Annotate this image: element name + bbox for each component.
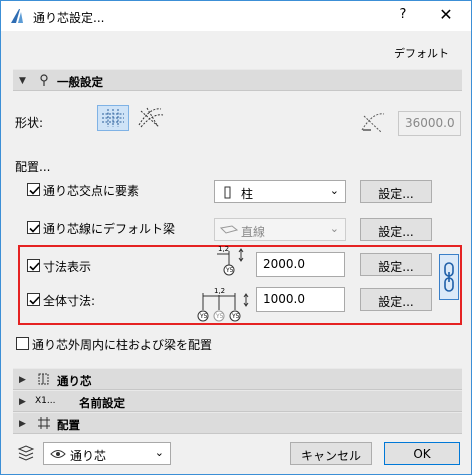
expand-arrow-icon: ▶ xyxy=(19,375,26,385)
gridline-icon xyxy=(38,373,49,385)
help-button[interactable]: ? xyxy=(393,7,413,25)
default-beam-value: 直線 xyxy=(241,225,266,239)
grid-settings-dialog: 通り芯設定... ? ✕ デフォルト ▼ 一般設定 形状: 36000.0 配置… xyxy=(0,0,472,475)
overall-dimension-value-input[interactable]: 1000.0 xyxy=(256,287,345,312)
default-beam-label: 通り芯線にデフォルト梁 xyxy=(43,222,176,236)
intersection-element-select[interactable]: 柱 ⌄ xyxy=(214,180,346,203)
checkmark-icon xyxy=(29,224,40,233)
dimension-label: 寸法表示 xyxy=(43,260,92,274)
layers-icon xyxy=(17,445,35,461)
archicad-logo-icon xyxy=(11,9,23,23)
chevron-down-icon: ⌄ xyxy=(329,222,339,235)
layer-value: 通り芯 xyxy=(70,449,107,463)
expand-arrow-icon: ▶ xyxy=(19,419,26,429)
section-label-placement: 配置 xyxy=(57,418,80,432)
column-icon xyxy=(224,186,231,199)
layer-select[interactable]: 通り芯 ⌄ xyxy=(43,442,171,465)
title-bar: 通り芯設定... ? ✕ xyxy=(1,1,471,31)
intersection-element-checkbox[interactable] xyxy=(27,183,40,196)
shape-label: 形状: xyxy=(15,116,44,130)
dimension-checkbox[interactable] xyxy=(27,259,40,272)
section-label-gridline: 通り芯 xyxy=(57,374,92,388)
intersection-element-settings-button[interactable]: 設定... xyxy=(360,180,432,203)
multi-dim-b3-text: Y5 xyxy=(232,313,240,320)
intersection-element-label: 通り芯交点に要素 xyxy=(43,184,140,198)
rectangular-grid-icon xyxy=(102,109,124,127)
default-beam-select[interactable]: 直線 ⌄ xyxy=(214,218,346,241)
naming-prefix-icon: X1... xyxy=(35,396,56,406)
pin-icon xyxy=(40,74,48,86)
checkmark-icon xyxy=(29,296,40,305)
angle-icon xyxy=(361,113,385,133)
ok-button[interactable]: OK xyxy=(384,442,460,465)
placement-label: 配置... xyxy=(15,160,51,174)
collapse-arrow-icon: ▼ xyxy=(19,76,26,86)
eye-icon xyxy=(50,450,66,458)
section-label-general: 一般設定 xyxy=(57,75,103,89)
chevron-down-icon: ⌄ xyxy=(154,446,164,459)
expand-arrow-icon: ▶ xyxy=(19,397,26,407)
footer-bar: 通り芯 ⌄ キャンセル OK xyxy=(1,434,471,474)
chain-link-icon xyxy=(444,262,454,292)
naming-section-header[interactable]: ▶ X1... 名前設定 xyxy=(13,390,462,412)
general-settings-section-header[interactable]: ▼ 一般設定 xyxy=(13,69,462,91)
default-label[interactable]: デフォルト xyxy=(394,45,449,61)
checkmark-icon xyxy=(29,262,40,271)
single-dimension-icon: 1,2 Y5 xyxy=(215,245,251,277)
straight-beam-icon xyxy=(220,225,238,234)
overall-dimension-icon: 1,2 Y5 Y5 Y5 xyxy=(195,287,253,323)
placement-section-header[interactable]: ▶ 配置 xyxy=(13,412,462,434)
default-beam-settings-button[interactable]: 設定... xyxy=(360,218,432,241)
radial-grid-icon xyxy=(138,107,164,128)
dimension-settings-button[interactable]: 設定... xyxy=(360,253,432,276)
overall-dimension-label: 全体寸法: xyxy=(43,294,96,308)
checkmark-icon xyxy=(29,186,40,195)
gridline-section-header[interactable]: ▶ 通り芯 xyxy=(13,368,462,390)
rectangular-grid-button[interactable] xyxy=(97,105,129,131)
single-dim-bottom-text: Y5 xyxy=(226,267,234,274)
section-label-naming: 名前設定 xyxy=(79,396,125,410)
multi-dim-b2-text: Y5 xyxy=(216,313,224,320)
close-button[interactable]: ✕ xyxy=(434,5,458,27)
radial-grid-button[interactable] xyxy=(135,105,167,131)
default-beam-checkbox[interactable] xyxy=(27,221,40,234)
cancel-button[interactable]: キャンセル xyxy=(290,442,372,465)
window-title: 通り芯設定... xyxy=(33,11,105,25)
dimension-value-input[interactable]: 2000.0 xyxy=(256,252,345,277)
outer-perimeter-label: 通り芯外周内に柱および梁を配置 xyxy=(32,338,213,352)
overall-dimension-checkbox[interactable] xyxy=(27,293,40,306)
overall-dimension-settings-button[interactable]: 設定... xyxy=(360,288,432,311)
link-dimensions-toggle[interactable] xyxy=(439,254,459,300)
angle-input[interactable]: 36000.0 xyxy=(398,111,461,136)
chevron-down-icon: ⌄ xyxy=(329,184,339,197)
intersection-element-value: 柱 xyxy=(241,187,254,201)
grid-hash-icon xyxy=(38,417,50,429)
multi-dim-b1-text: Y5 xyxy=(200,313,208,320)
outer-perimeter-checkbox[interactable] xyxy=(16,337,29,350)
